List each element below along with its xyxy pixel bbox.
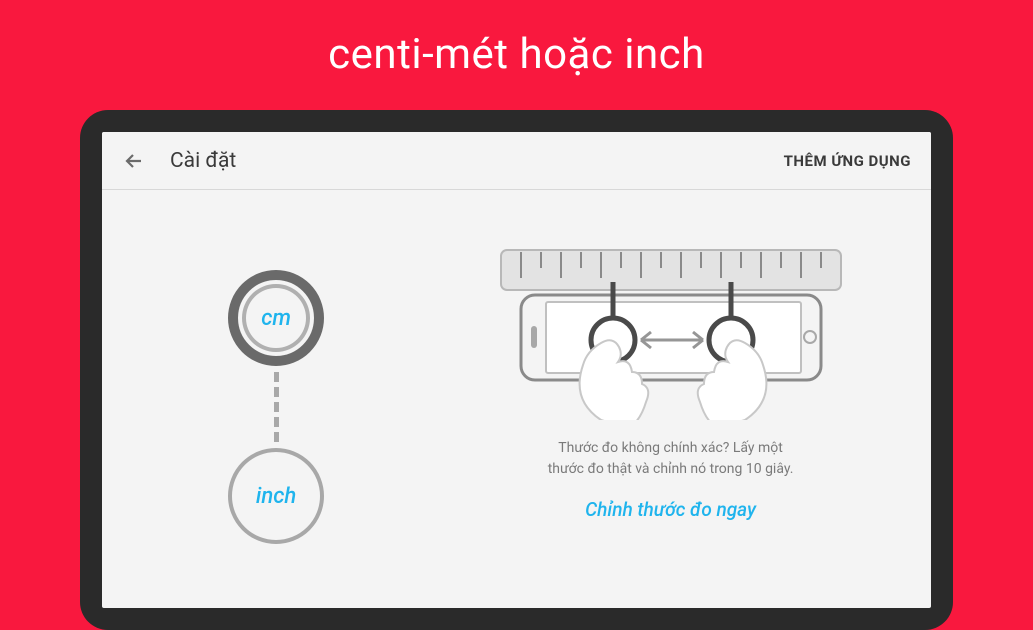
- hint-line-2: thước đo thật và chỉnh nó trong 10 giây.: [548, 461, 794, 477]
- settings-content: cm inch: [102, 190, 931, 608]
- unit-option-inch[interactable]: inch: [228, 448, 324, 544]
- unit-selector-pane: cm inch: [102, 240, 450, 608]
- hint-line-1: Thước đo không chính xác? Lấy một: [558, 440, 783, 456]
- more-apps-button[interactable]: THÊM ỨNG DỤNG: [784, 152, 911, 170]
- back-arrow-icon[interactable]: [122, 149, 146, 173]
- calibrate-now-button[interactable]: Chỉnh thước đo ngay: [585, 498, 756, 521]
- tablet-frame: Cài đặt THÊM ỨNG DỤNG cm inch: [80, 110, 953, 630]
- unit-option-cm[interactable]: cm: [228, 270, 324, 366]
- unit-selector: cm inch: [228, 270, 324, 608]
- calibrate-pane: Thước đo không chính xác? Lấy một thước …: [450, 240, 931, 608]
- calibration-hint: Thước đo không chính xác? Lấy một thước …: [548, 438, 794, 480]
- tablet-screen: Cài đặt THÊM ỨNG DỤNG cm inch: [102, 132, 931, 608]
- app-bar-title: Cài đặt: [170, 149, 784, 173]
- promo-title: centi-mét hoặc inch: [0, 0, 1033, 79]
- app-bar: Cài đặt THÊM ỨNG DỤNG: [102, 132, 931, 190]
- unit-connector-line: [274, 372, 279, 442]
- calibration-illustration: [491, 240, 851, 420]
